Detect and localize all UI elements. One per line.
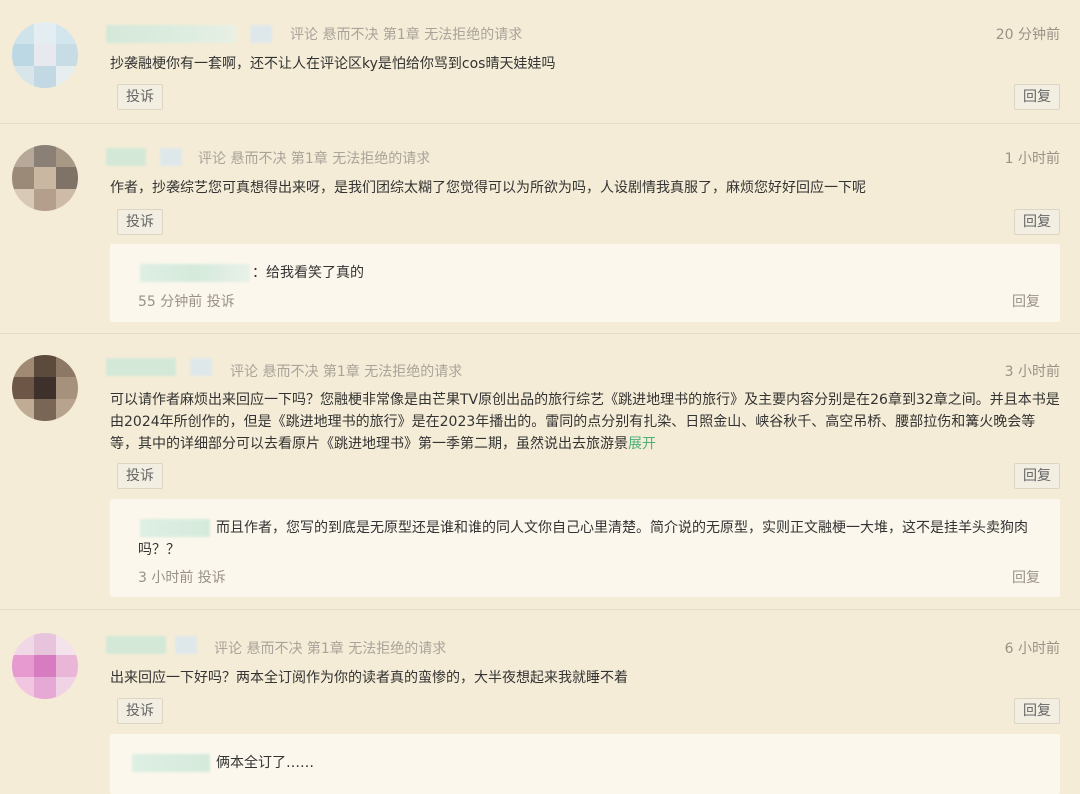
reply-text: 而且作者，您写的到底是无原型还是谁和谁的同人文你自己心里清楚。简介说的无原型，实… <box>138 520 1028 558</box>
report-button[interactable]: 投诉 <box>117 84 163 110</box>
reply-box: 俩本全订了…… <box>110 734 1060 794</box>
reply-meta[interactable]: 3 小时前 投诉 <box>138 567 226 587</box>
username[interactable] <box>106 148 146 166</box>
comment-text-body: 可以请作者麻烦出来回应一下吗？您融梗非常像是由芒果TV原创出品的旅行综艺《跳进地… <box>110 392 1060 452</box>
user-badge <box>175 636 197 654</box>
reply-text: ：给我看笑了真的 <box>252 265 364 281</box>
comment-item: 评论 悬而不决 第1章 无法拒绝的请求 20 分钟前 抄袭融梗你有一套啊，还不让… <box>0 0 1080 124</box>
reply-button[interactable]: 回复 <box>1014 84 1060 110</box>
comment-time: 1 小时前 <box>1004 151 1060 167</box>
comment-text: 可以请作者麻烦出来回应一下吗？您融梗非常像是由芒果TV原创出品的旅行综艺《跳进地… <box>110 389 1060 455</box>
reply-meta[interactable]: 55 分钟前 投诉 <box>138 291 235 311</box>
comment-item: 评论 悬而不决 第1章 无法拒绝的请求 3 小时前 可以请作者麻烦出来回应一下吗… <box>0 333 1080 610</box>
comment-text: 抄袭融梗你有一套啊，还不让人在评论区ky是怕给你骂到cos晴天娃娃吗 <box>110 56 556 72</box>
reply-box: ：给我看笑了真的 55 分钟前 投诉 回复 <box>110 244 1060 322</box>
reply-reply-link[interactable]: 回复 <box>1012 567 1040 587</box>
comment-text: 作者，抄袭综艺您可真想得出来呀，是我们团综太糊了您觉得可以为所欲为吗，人设剧情我… <box>110 180 866 196</box>
report-button[interactable]: 投诉 <box>117 698 163 724</box>
username[interactable] <box>106 358 176 376</box>
reply-button[interactable]: 回复 <box>1014 463 1060 489</box>
comment-item: 评论 悬而不决 第1章 无法拒绝的请求 1 小时前 作者，抄袭综艺您可真想得出来… <box>0 123 1080 334</box>
comment-time: 20 分钟前 <box>995 27 1060 43</box>
expand-link[interactable]: 展开 <box>628 436 656 452</box>
comment-text: 出来回应一下好吗？两本全订阅作为你的读者真的蛮惨的，大半夜想起来我就睡不着 <box>110 670 628 686</box>
comment-time: 6 小时前 <box>1004 641 1060 657</box>
avatar[interactable] <box>12 22 78 88</box>
comment-item: 评论 悬而不决 第1章 无法拒绝的请求 6 小时前 出来回应一下好吗？两本全订阅… <box>0 609 1080 794</box>
avatar[interactable] <box>12 145 78 211</box>
comment-time: 3 小时前 <box>1004 364 1060 380</box>
reply-box: 而且作者，您写的到底是无原型还是谁和谁的同人文你自己心里清楚。简介说的无原型，实… <box>110 499 1060 597</box>
reply-button[interactable]: 回复 <box>1014 698 1060 724</box>
user-badge <box>250 25 272 43</box>
reply-reply-link[interactable]: 回复 <box>1012 291 1040 311</box>
comment-meta[interactable]: 评论 悬而不决 第1章 无法拒绝的请求 <box>214 638 446 658</box>
user-badge <box>190 358 212 376</box>
report-button[interactable]: 投诉 <box>117 209 163 235</box>
reply-text: 俩本全订了…… <box>216 755 314 771</box>
avatar[interactable] <box>12 355 78 421</box>
username[interactable] <box>106 636 166 654</box>
comment-meta[interactable]: 评论 悬而不决 第1章 无法拒绝的请求 <box>290 24 522 44</box>
report-button[interactable]: 投诉 <box>117 463 163 489</box>
comment-meta[interactable]: 评论 悬而不决 第1章 无法拒绝的请求 <box>230 361 462 381</box>
comment-meta[interactable]: 评论 悬而不决 第1章 无法拒绝的请求 <box>198 148 430 168</box>
user-badge <box>160 148 182 166</box>
avatar[interactable] <box>12 633 78 699</box>
reply-username[interactable] <box>140 264 250 282</box>
reply-button[interactable]: 回复 <box>1014 209 1060 235</box>
username[interactable] <box>106 25 236 43</box>
reply-username[interactable] <box>132 754 210 772</box>
